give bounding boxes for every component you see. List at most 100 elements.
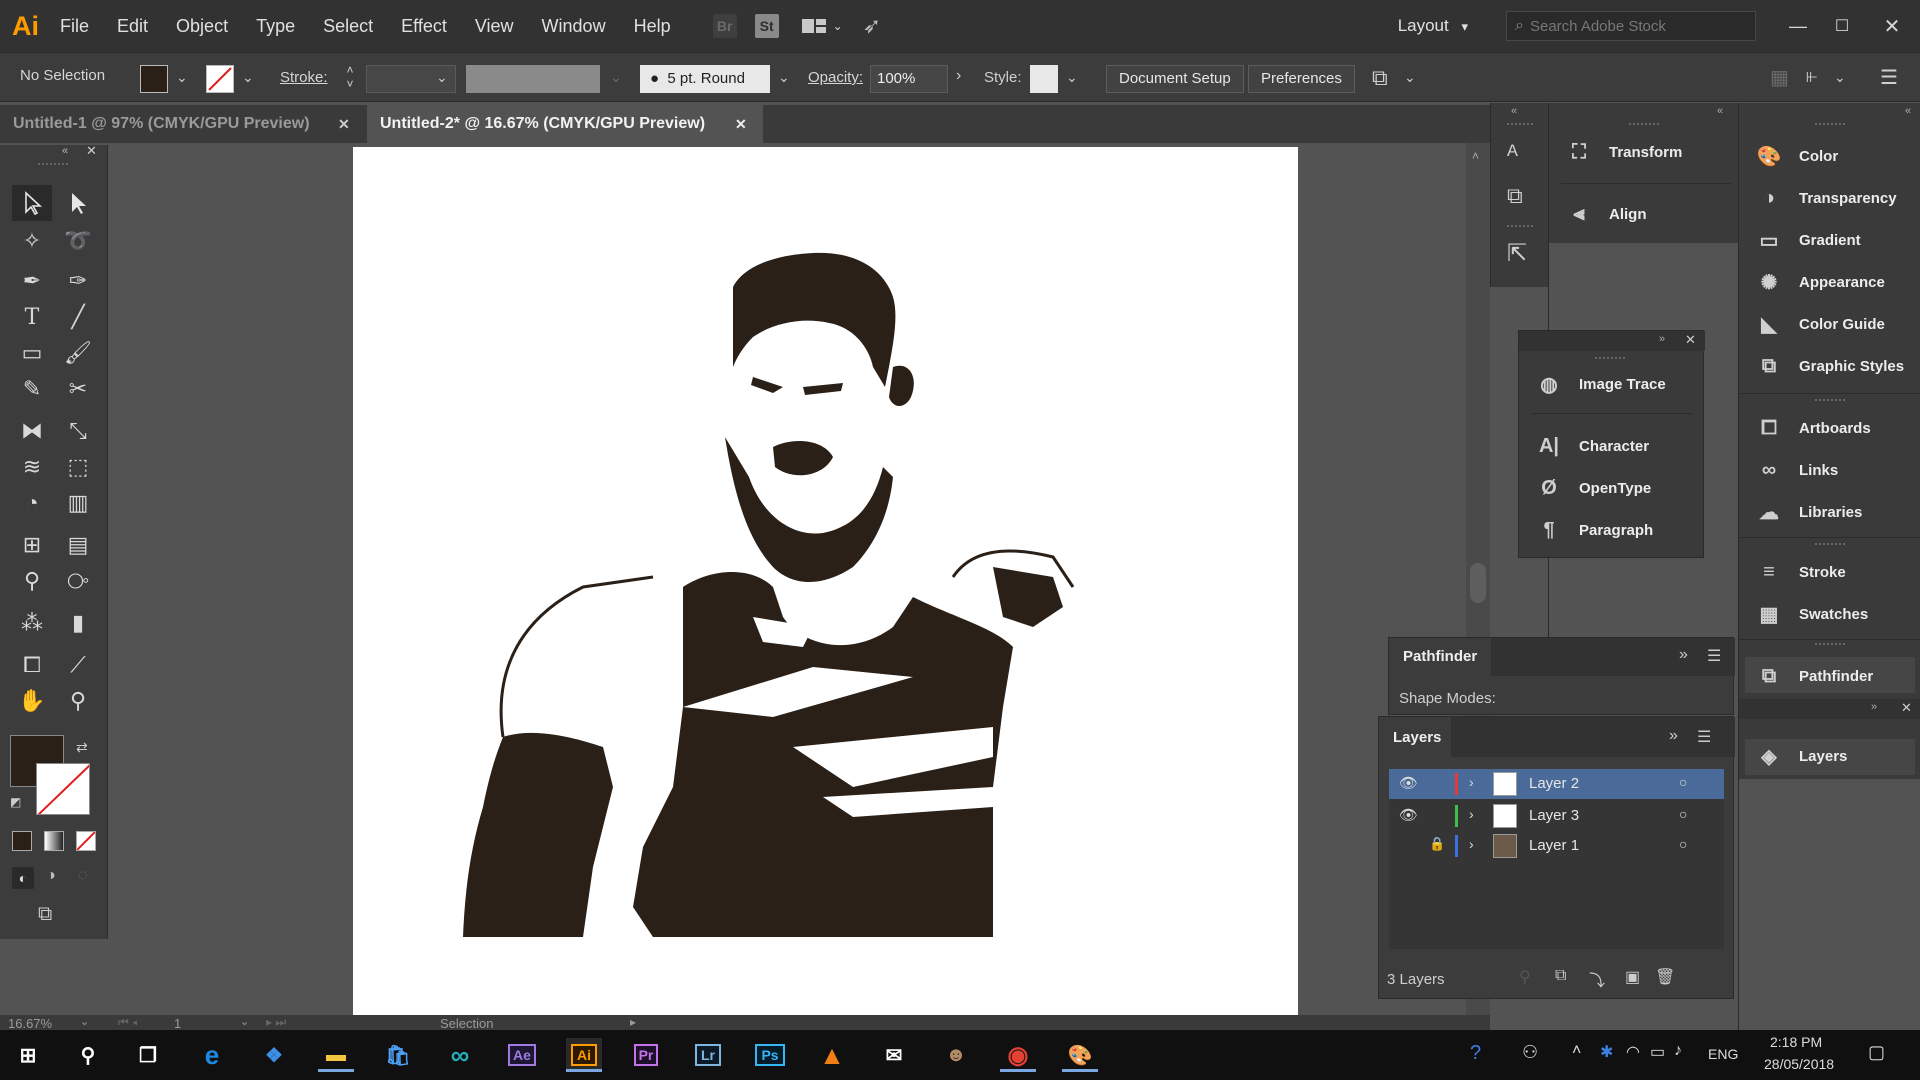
panel-swatches[interactable]: ▦ Swatches: [1755, 601, 1869, 627]
gradient-tool-icon[interactable]: ▤: [60, 529, 96, 561]
close-toolbar-icon[interactable]: ✕: [86, 143, 97, 159]
menu-select[interactable]: Select: [309, 16, 387, 37]
stock-search-field[interactable]: ⌕ Search Adobe Stock: [1506, 11, 1756, 41]
menu-file[interactable]: File: [46, 16, 103, 37]
eye-icon[interactable]: 👁: [1399, 774, 1418, 792]
illustrator-taskbar-icon[interactable]: Ai: [566, 1038, 602, 1072]
paragraph-styles-icon[interactable]: ⧉: [1507, 183, 1523, 209]
scale-tool-icon[interactable]: ⤡: [60, 415, 96, 447]
expand-panel-icon[interactable]: »: [1669, 727, 1678, 745]
target-icon[interactable]: ○: [1679, 806, 1687, 822]
next-artboard-icon[interactable]: ▸ ⏭: [266, 1015, 286, 1030]
draw-normal-icon[interactable]: ◐: [12, 867, 34, 889]
menu-view[interactable]: View: [461, 16, 528, 37]
document-setup-button[interactable]: Document Setup: [1106, 65, 1244, 93]
hand-tool-icon[interactable]: ✋: [14, 685, 50, 717]
menu-edit[interactable]: Edit: [103, 16, 162, 37]
wifi-icon[interactable]: ◠: [1626, 1042, 1640, 1062]
lock-icon[interactable]: 🔒: [1429, 836, 1445, 852]
panel-image-trace[interactable]: ◍ Image Trace: [1535, 371, 1665, 397]
scissors-tool-icon[interactable]: ✂: [60, 373, 96, 405]
reflect-tool-icon[interactable]: ⧓: [14, 415, 50, 447]
gpu-performance-icon[interactable]: ➶: [863, 13, 881, 39]
show-hidden-icons-icon[interactable]: ˄: [1572, 1042, 1581, 1060]
first-artboard-icon[interactable]: ⏮ ◂: [118, 1015, 138, 1030]
character-styles-icon[interactable]: ᴬ: [1507, 141, 1518, 169]
store-icon[interactable]: 🛍: [380, 1038, 416, 1072]
menu-window[interactable]: Window: [528, 16, 620, 37]
menu-object[interactable]: Object: [162, 16, 242, 37]
arrange-documents-icon[interactable]: ⌄: [801, 17, 843, 35]
menu-help[interactable]: Help: [620, 16, 685, 37]
expand-panel-icon[interactable]: »: [1871, 701, 1877, 713]
fill-color-swatch[interactable]: [140, 65, 168, 93]
edge-browser-icon[interactable]: e: [194, 1038, 230, 1072]
stroke-dropdown-chevron-icon[interactable]: ⌄: [242, 69, 254, 86]
perspective-grid-tool-icon[interactable]: ▥: [60, 487, 96, 519]
eye-icon[interactable]: 👁: [1399, 806, 1418, 824]
mesh-tool-icon[interactable]: ⊞: [14, 529, 50, 561]
align-chevron-icon[interactable]: ⌄: [1404, 69, 1416, 86]
panel-stroke[interactable]: ≡ Stroke: [1755, 559, 1846, 585]
stroke-weight-chevron-icon[interactable]: ⌄: [436, 69, 448, 86]
layer-name[interactable]: Layer 2: [1529, 775, 1579, 792]
target-icon[interactable]: ○: [1679, 836, 1687, 852]
layers-tab[interactable]: Layers: [1393, 729, 1441, 746]
language-indicator[interactable]: ENG: [1708, 1046, 1738, 1062]
align-to-selection-icon[interactable]: ⧉: [1372, 65, 1388, 91]
free-transform-tool-icon[interactable]: ⬚: [60, 451, 96, 483]
mail-icon[interactable]: ✉: [876, 1038, 912, 1072]
close-window-button[interactable]: ✕: [1864, 14, 1920, 39]
people-icon[interactable]: ⚇: [1522, 1042, 1538, 1063]
magic-wand-tool-icon[interactable]: ✧: [14, 225, 50, 257]
clock-date[interactable]: 28/05/2018: [1764, 1056, 1834, 1072]
eyedropper-tool-icon[interactable]: ⚲: [14, 565, 50, 597]
expand-arrow-icon[interactable]: ›: [1469, 806, 1474, 822]
tab-untitled-2[interactable]: Untitled-2* @ 16.67% (CMYK/GPU Preview) …: [367, 105, 763, 143]
brush-chevron-icon[interactable]: ⌄: [778, 69, 790, 86]
scroll-up-icon[interactable]: ˄: [1472, 149, 1479, 163]
collapse-column-icon[interactable]: «: [1717, 105, 1723, 117]
zoom-level[interactable]: 16.67%: [8, 1016, 52, 1030]
stock-button[interactable]: St: [754, 14, 779, 38]
align-options-chevron-icon[interactable]: ⌄: [1834, 69, 1846, 86]
fill-dropdown-chevron-icon[interactable]: ⌄: [176, 69, 188, 86]
panel-menu-icon[interactable]: ☰: [1880, 65, 1898, 90]
zoom-tool-icon[interactable]: ⚲: [60, 685, 96, 717]
search-input[interactable]: Search Adobe Stock: [1530, 18, 1666, 35]
style-chevron-icon[interactable]: ⌄: [1066, 69, 1078, 86]
draw-inside-icon[interactable]: ◌: [78, 867, 88, 885]
close-icon[interactable]: ✕: [735, 105, 747, 143]
layer-row[interactable]: 👁 › Layer 2 ○: [1389, 769, 1724, 799]
vlc-icon[interactable]: ▲: [814, 1038, 850, 1072]
symbol-sprayer-tool-icon[interactable]: ⁂: [14, 607, 50, 639]
clock-time[interactable]: 2:18 PM: [1770, 1034, 1822, 1050]
line-segment-tool-icon[interactable]: ╱: [60, 301, 96, 333]
screen-mode-icon[interactable]: ⧉: [38, 903, 52, 926]
collapse-dock-icon[interactable]: «: [1511, 105, 1517, 117]
type-tool-icon[interactable]: T: [14, 301, 50, 333]
expand-panel-icon[interactable]: »: [1659, 333, 1665, 345]
stroke-color-box[interactable]: [36, 763, 90, 815]
paint-icon[interactable]: 🎨: [1062, 1038, 1098, 1072]
curvature-tool-icon[interactable]: ✑: [60, 265, 96, 297]
portrait-artwork[interactable]: [353, 147, 1298, 1015]
after-effects-icon[interactable]: Ae: [504, 1038, 540, 1072]
shaper-tool-icon[interactable]: ✎: [14, 373, 50, 405]
expand-arrow-icon[interactable]: ›: [1469, 836, 1474, 852]
gradient-mode-button[interactable]: [44, 831, 64, 851]
battery-icon[interactable]: ▭: [1650, 1042, 1665, 1062]
panel-appearance[interactable]: ✺ Appearance: [1755, 269, 1885, 295]
blend-tool-icon[interactable]: ⧂: [60, 565, 96, 597]
canvas-area[interactable]: ˄: [108, 143, 1490, 1015]
panel-graphic-styles[interactable]: ⧉ Graphic Styles: [1755, 353, 1904, 379]
lightroom-icon[interactable]: Lr: [690, 1038, 726, 1072]
photoshop-icon[interactable]: Ps: [752, 1038, 788, 1072]
stroke-label[interactable]: Stroke:: [280, 69, 328, 86]
collapse-toolbar-icon[interactable]: «: [62, 145, 68, 157]
make-clipping-mask-icon[interactable]: ⧉: [1555, 967, 1566, 985]
profile-chevron-icon[interactable]: ⌄: [610, 69, 622, 86]
panel-libraries[interactable]: ☁ Libraries: [1755, 499, 1862, 525]
pen-tool-icon[interactable]: ✒: [14, 265, 50, 297]
locate-object-icon[interactable]: ⚲: [1519, 967, 1531, 987]
